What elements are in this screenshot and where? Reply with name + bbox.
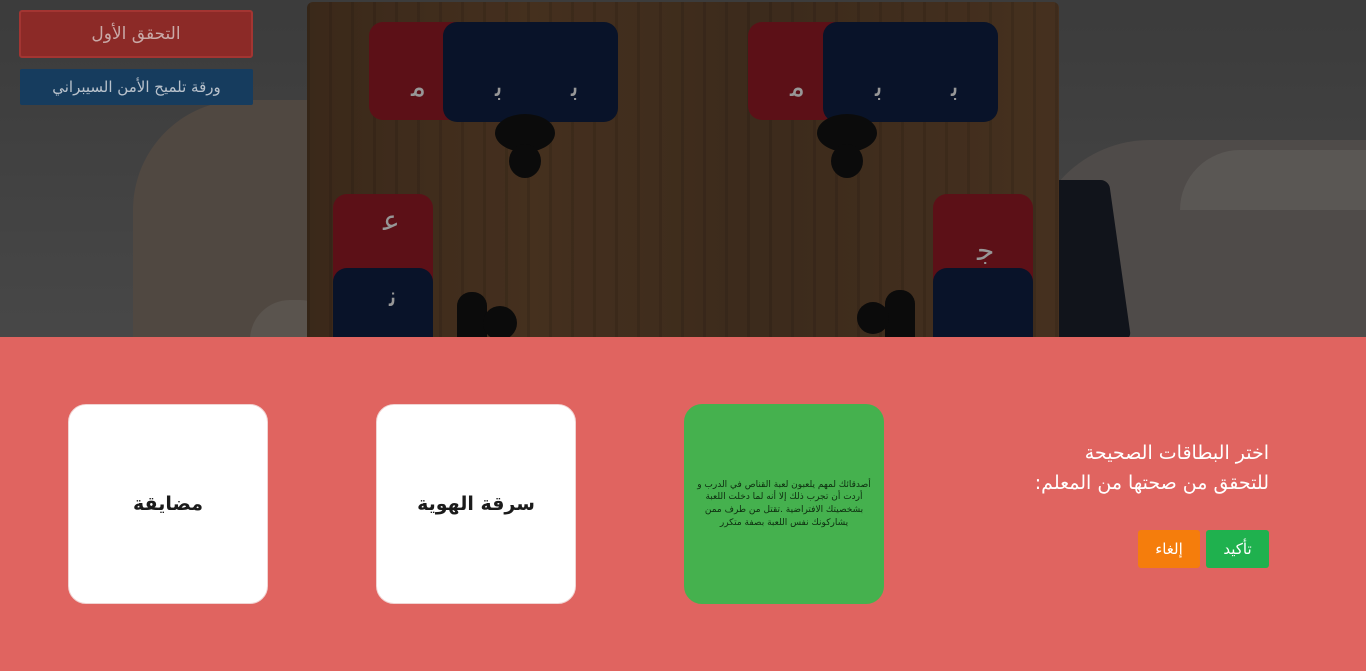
scenario-card-text: أصدقائك لمهم يلعبون لعبة القناص في الدرب… — [697, 479, 871, 528]
answer-card-identity-theft[interactable]: سرقة الهوية — [376, 404, 576, 604]
answer-card-harassment[interactable]: مضايقة — [68, 404, 268, 604]
answer-card-label: مضايقة — [133, 493, 203, 515]
confirm-button[interactable]: تأكيد — [1206, 530, 1269, 568]
first-check-button[interactable]: التحقق الأول — [19, 10, 253, 58]
answer-card-label: سرقة الهوية — [417, 493, 535, 515]
selection-prompt: اختر البطاقات الصحيحة للتحقق من صحتها من… — [939, 438, 1269, 498]
cancel-button[interactable]: إلغاء — [1138, 530, 1200, 568]
prompt-line-1: اختر البطاقات الصحيحة — [1084, 442, 1269, 464]
scenario-card-selected[interactable]: أصدقائك لمهم يلعبون لعبة القناص في الدرب… — [684, 404, 884, 604]
card-selection-panel: مضايقة سرقة الهوية أصدقائك لمهم يلعبون ل… — [0, 337, 1366, 671]
prompt-line-2: للتحقق من صحتها من المعلم: — [1034, 472, 1269, 494]
game-scene: ﻣ ﺑ ﺑ ﻣ ﺑ ﺑ ﻋ ﻧ ﺟ التحقق الأول ورقة تلمي… — [0, 0, 1366, 337]
cybersecurity-hint-sheet-button[interactable]: ورقة تلميح الأمن السيبراني — [20, 69, 253, 105]
